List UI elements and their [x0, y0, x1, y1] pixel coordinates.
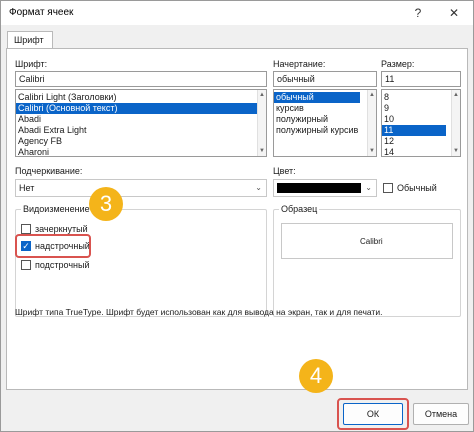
size-label: Размер:: [381, 59, 415, 69]
chevron-down-icon: ⌄: [365, 183, 372, 192]
list-item[interactable]: 14: [382, 147, 460, 156]
color-picker[interactable]: ⌄: [273, 179, 377, 197]
scroll-up-icon[interactable]: ▲: [369, 92, 375, 98]
size-input[interactable]: 11: [381, 71, 461, 87]
strikethrough-label: зачеркнутый: [35, 224, 88, 234]
subscript-checkbox[interactable]: [21, 260, 31, 270]
list-item[interactable]: 11: [382, 125, 446, 136]
list-item[interactable]: Aharoni: [16, 147, 266, 156]
chevron-down-icon: ⌄: [255, 183, 262, 192]
list-item[interactable]: полужирный: [274, 114, 376, 125]
dialog-title: Формат ячеек: [9, 7, 74, 18]
color-swatch: [277, 183, 361, 193]
tab-font[interactable]: Шрифт: [7, 31, 53, 49]
step-3-badge: 3: [89, 187, 123, 221]
preview-sample: Calibri: [360, 237, 383, 246]
normal-font-checkbox[interactable]: [383, 183, 393, 193]
list-item[interactable]: Calibri (Основной текст): [16, 103, 266, 114]
preview-label: Образец: [279, 204, 320, 214]
scroll-down-icon[interactable]: ▼: [453, 148, 459, 154]
cancel-button[interactable]: Отмена: [413, 403, 469, 425]
scroll-down-icon[interactable]: ▼: [369, 148, 375, 154]
subscript-label: подстрочный: [35, 260, 90, 270]
title-bar: Формат ячеек ? ✕: [1, 1, 473, 25]
list-item[interactable]: 8: [382, 92, 460, 103]
style-input[interactable]: обычный: [273, 71, 377, 87]
style-label: Начертание:: [273, 59, 326, 69]
effects-label: Видоизменение: [21, 204, 92, 214]
list-item[interactable]: Abadi Extra Light: [16, 125, 266, 136]
underline-label: Подчеркивание:: [15, 166, 83, 176]
size-list-scrollbar[interactable]: ▲ ▼: [451, 90, 460, 156]
scroll-up-icon[interactable]: ▲: [453, 92, 459, 98]
superscript-highlight: [15, 234, 91, 258]
scroll-up-icon[interactable]: ▲: [259, 92, 265, 98]
strikethrough-checkbox[interactable]: [21, 224, 31, 234]
color-label: Цвет:: [273, 166, 296, 176]
list-item[interactable]: 9: [382, 103, 460, 114]
font-list-scrollbar[interactable]: ▲ ▼: [257, 90, 266, 156]
font-list[interactable]: Calibri Light (Заголовки) Calibri (Основ…: [15, 89, 267, 157]
ok-button[interactable]: ОК: [343, 403, 403, 425]
font-tab-panel: Шрифт: Calibri Calibri Light (Заголовки)…: [6, 48, 468, 390]
list-item[interactable]: 10: [382, 114, 460, 125]
close-button[interactable]: ✕: [443, 4, 465, 22]
size-list[interactable]: 8 9 10 11 12 14 ▲ ▼: [381, 89, 461, 157]
list-item[interactable]: Calibri Light (Заголовки): [16, 92, 266, 103]
list-item[interactable]: курсив: [274, 103, 376, 114]
list-item[interactable]: обычный: [274, 92, 360, 103]
style-list-scrollbar[interactable]: ▲ ▼: [367, 90, 376, 156]
font-name-input[interactable]: Calibri: [15, 71, 267, 87]
list-item[interactable]: Agency FB: [16, 136, 266, 147]
preview-box: Calibri: [281, 223, 453, 259]
info-text: Шрифт типа TrueType. Шрифт будет использ…: [15, 307, 383, 317]
underline-value: Нет: [19, 183, 35, 193]
font-label: Шрифт:: [15, 59, 48, 69]
list-item[interactable]: Abadi: [16, 114, 266, 125]
underline-select[interactable]: Нет ⌄: [15, 179, 267, 197]
list-item[interactable]: 12: [382, 136, 460, 147]
step-4-badge: 4: [299, 359, 333, 393]
style-list[interactable]: обычный курсив полужирный полужирный кур…: [273, 89, 377, 157]
format-cells-dialog: Формат ячеек ? ✕ Шрифт Шрифт: Calibri Ca…: [0, 0, 474, 432]
scroll-down-icon[interactable]: ▼: [259, 148, 265, 154]
help-button[interactable]: ?: [407, 4, 429, 22]
normal-font-label: Обычный: [397, 183, 437, 193]
list-item[interactable]: полужирный курсив: [274, 125, 376, 136]
